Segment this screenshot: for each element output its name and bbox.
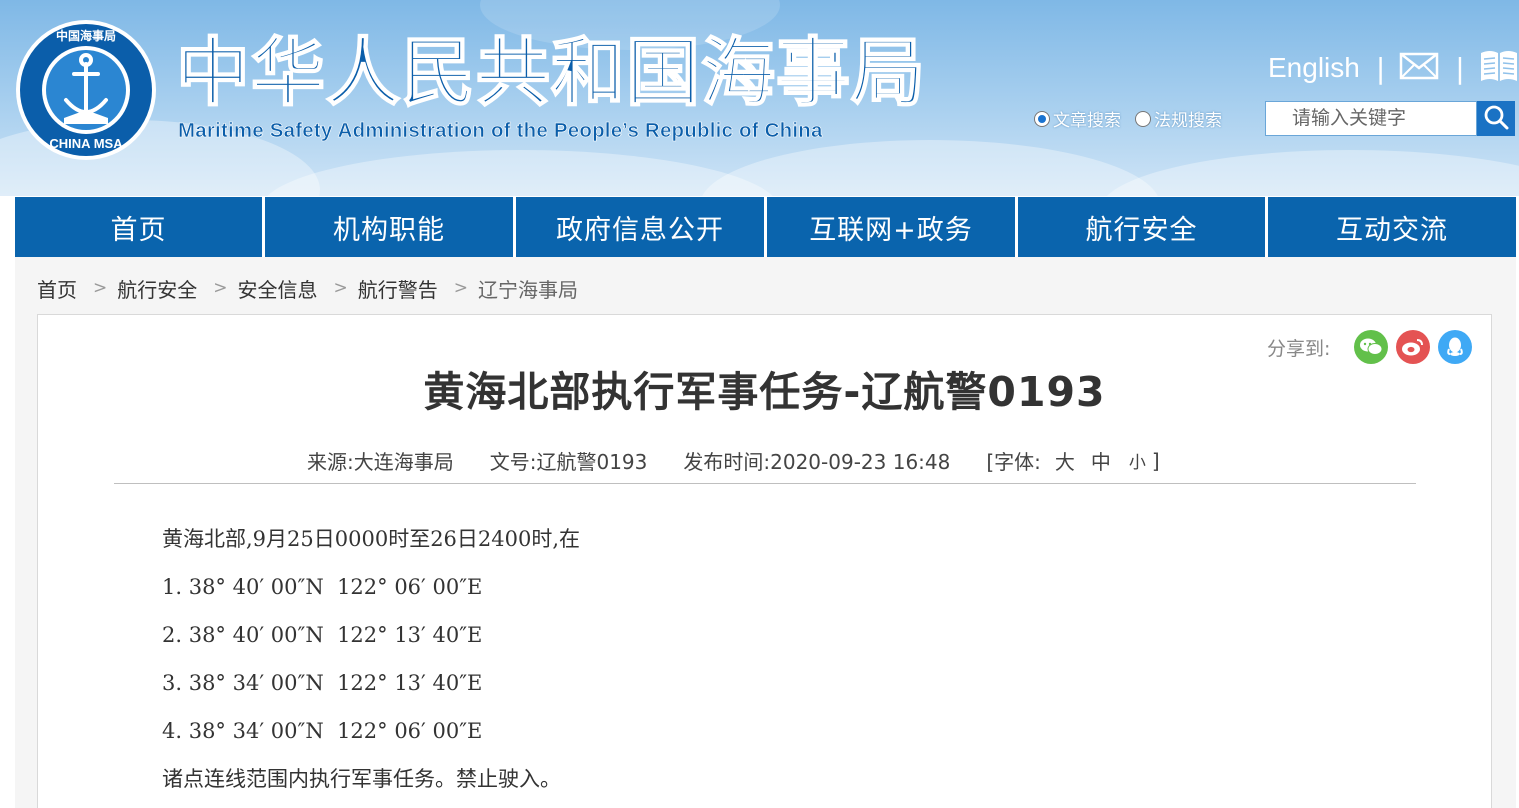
breadcrumb-nav-warning[interactable]: 航行警告 [358, 274, 438, 303]
font-size-large[interactable]: 大 [1055, 446, 1075, 475]
search-input[interactable]: 请输入关键字 [1265, 101, 1477, 136]
top-links: English | | [1268, 48, 1519, 88]
nav-item-functions[interactable]: 机构职能 [265, 197, 513, 257]
nav-item-home[interactable]: 首页 [15, 197, 262, 257]
font-size-label: [字体: [986, 450, 1041, 474]
article-source: 来源:大连海事局 [307, 450, 454, 474]
breadcrumb-current[interactable]: 辽宁海事局 [478, 274, 578, 303]
nav-item-interaction[interactable]: 互动交流 [1268, 197, 1516, 257]
breadcrumb-home[interactable]: 首页 [37, 274, 77, 303]
article-meta: 来源:大连海事局 文号:辽航警0193 发布时间:2020-09-23 16:4… [307, 446, 1160, 475]
article-doc-number: 文号:辽航警0193 [489, 450, 648, 474]
nav-item-internet-gov[interactable]: 互联网+政务 [767, 197, 1015, 257]
english-link[interactable]: English [1268, 52, 1360, 84]
book-icon[interactable] [1479, 49, 1519, 87]
share-label: 分享到: [1267, 337, 1331, 360]
svg-text:中国海事局: 中国海事局 [56, 28, 116, 43]
search-type-options: 文章搜索 法规搜索 [1034, 106, 1236, 131]
article-publish-time: 发布时间:2020-09-23 16:48 [683, 450, 951, 474]
article-paragraph: 3. 38° 34′ 00″N 122° 13′ 40″E [162, 671, 483, 695]
radio-article[interactable] [1034, 110, 1050, 127]
svg-text:CHINA MSA: CHINA MSA [49, 136, 123, 151]
article-paragraph: 2. 38° 40′ 00″N 122° 13′ 40″E [162, 623, 483, 647]
msa-logo[interactable]: 中国海事局 CHINA MSA [14, 18, 158, 162]
radio-regulation[interactable] [1135, 110, 1151, 127]
separator: | [1455, 51, 1465, 85]
article-title: 黄海北部执行军事任务-辽航警0193 [423, 368, 1106, 416]
site-title: 中华人民共和国海事局 [175, 29, 926, 117]
breadcrumb-separator: > [213, 278, 228, 298]
breadcrumb-separator: > [93, 278, 108, 298]
font-size-close: ] [1151, 448, 1160, 473]
breadcrumb-separator: > [453, 278, 468, 298]
site-header: 中国海事局 CHINA MSA 中华人民共和国海事局 Maritime Safe… [0, 0, 1519, 196]
nav-item-gov-info[interactable]: 政府信息公开 [516, 197, 764, 257]
main-nav: 首页 机构职能 政府信息公开 互联网+政务 航行安全 互动交流 [15, 197, 1516, 257]
search-icon [1483, 104, 1509, 134]
separator: | [1375, 51, 1386, 85]
search-option-article[interactable]: 文章搜索 [1034, 106, 1121, 131]
search-option-regulation[interactable]: 法规搜索 [1135, 106, 1222, 131]
divider [114, 483, 1416, 484]
article-content: 黄海北部,9月25日0000时至26日2400时,在 1. 38° 40′ 00… [162, 522, 1412, 808]
breadcrumb-safety-info[interactable]: 安全信息 [238, 274, 318, 303]
breadcrumb-nav-safety[interactable]: 航行安全 [117, 274, 197, 303]
article-paragraph: 诸点连线范围内执行军事任务。禁止驶入。 [162, 767, 561, 791]
article-paragraph: 4. 38° 34′ 00″N 122° 06′ 00″E [162, 719, 483, 743]
search-button[interactable] [1477, 101, 1515, 136]
font-size-small[interactable]: 小 [1129, 448, 1146, 473]
article-paragraph: 黄海北部,9月25日0000时至26日2400时,在 [162, 527, 581, 551]
font-size-medium[interactable]: 中 [1091, 446, 1111, 475]
mail-icon[interactable] [1399, 51, 1439, 85]
breadcrumb: 首页 > 航行安全 > 安全信息 > 航行警告 > 辽宁海事局 [37, 273, 578, 303]
site-subtitle: Maritime Safety Administration of the Pe… [178, 119, 823, 143]
nav-item-nav-safety[interactable]: 航行安全 [1018, 197, 1265, 257]
breadcrumb-separator: > [333, 278, 348, 298]
article-paragraph: 1. 38° 40′ 00″N 122° 06′ 00″E [162, 575, 483, 599]
